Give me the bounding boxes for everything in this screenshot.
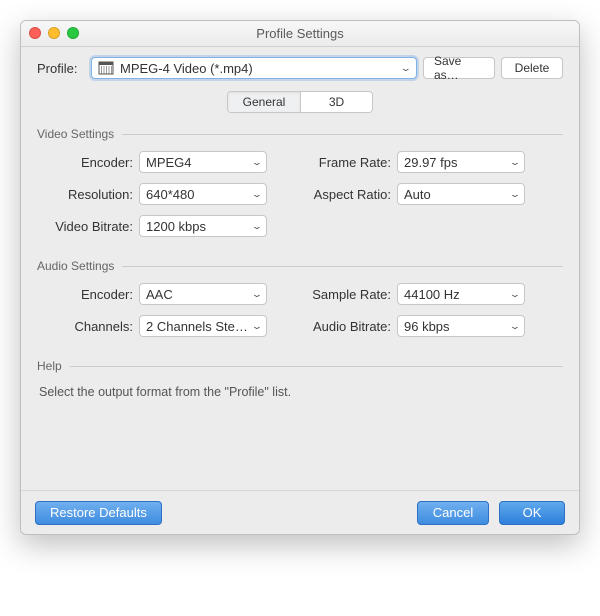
ok-button[interactable]: OK bbox=[499, 501, 565, 525]
footer: Restore Defaults Cancel OK bbox=[21, 490, 579, 534]
aspect-ratio-select[interactable]: Auto ⌄ bbox=[397, 183, 525, 205]
audio-settings-group: Audio Settings Encoder: AAC ⌄ Sample Rat… bbox=[37, 259, 563, 337]
window-body: Profile: MPEG-4 Video (*.mp4) ⌄ S bbox=[21, 47, 579, 468]
sample-rate-value: 44100 Hz bbox=[404, 287, 506, 302]
audio-bitrate-select[interactable]: 96 kbps ⌄ bbox=[397, 315, 525, 337]
sample-rate-select[interactable]: 44100 Hz ⌄ bbox=[397, 283, 525, 305]
close-icon[interactable] bbox=[29, 27, 41, 39]
audio-encoder-select[interactable]: AAC ⌄ bbox=[139, 283, 267, 305]
aspect-ratio-value: Auto bbox=[404, 187, 506, 202]
chevron-down-icon: ⌄ bbox=[245, 157, 263, 168]
profile-select[interactable]: MPEG-4 Video (*.mp4) ⌄ bbox=[91, 57, 417, 79]
titlebar: Profile Settings bbox=[21, 21, 579, 47]
delete-button[interactable]: Delete bbox=[501, 57, 563, 79]
help-header: Help bbox=[37, 359, 563, 373]
channels-value: 2 Channels Stereo bbox=[146, 319, 248, 334]
video-encoder-value: MPEG4 bbox=[146, 155, 248, 170]
divider bbox=[70, 366, 563, 367]
audio-settings-title: Audio Settings bbox=[37, 259, 114, 273]
resolution-value: 640*480 bbox=[146, 187, 248, 202]
video-encoder-select[interactable]: MPEG4 ⌄ bbox=[139, 151, 267, 173]
profile-row: Profile: MPEG-4 Video (*.mp4) ⌄ S bbox=[37, 57, 563, 79]
minimize-icon[interactable] bbox=[48, 27, 60, 39]
video-bitrate-label: Video Bitrate: bbox=[37, 219, 139, 234]
audio-encoder-value: AAC bbox=[146, 287, 248, 302]
cancel-button[interactable]: Cancel bbox=[417, 501, 489, 525]
profile-label: Profile: bbox=[37, 61, 85, 76]
video-settings-group: Video Settings Encoder: MPEG4 ⌄ Frame Ra… bbox=[37, 127, 563, 237]
video-bitrate-select[interactable]: 1200 kbps ⌄ bbox=[139, 215, 267, 237]
tab-segment: General 3D bbox=[227, 91, 373, 113]
video-settings-header: Video Settings bbox=[37, 127, 563, 141]
sample-rate-label: Sample Rate: bbox=[297, 287, 397, 302]
audio-bitrate-label: Audio Bitrate: bbox=[297, 319, 397, 334]
help-text: Select the output format from the "Profi… bbox=[37, 383, 563, 403]
mpeg-file-icon bbox=[98, 61, 114, 75]
divider bbox=[122, 266, 563, 267]
help-group: Help Select the output format from the "… bbox=[37, 359, 563, 468]
audio-bitrate-value: 96 kbps bbox=[404, 319, 506, 334]
video-settings-title: Video Settings bbox=[37, 127, 114, 141]
profile-select-value: MPEG-4 Video (*.mp4) bbox=[120, 61, 402, 76]
video-encoder-label: Encoder: bbox=[37, 155, 139, 170]
audio-encoder-label: Encoder: bbox=[37, 287, 139, 302]
divider bbox=[122, 134, 563, 135]
video-bitrate-value: 1200 kbps bbox=[146, 219, 248, 234]
chevron-down-icon: ⌄ bbox=[245, 221, 263, 232]
window-title: Profile Settings bbox=[256, 26, 343, 41]
resolution-select[interactable]: 640*480 ⌄ bbox=[139, 183, 267, 205]
restore-defaults-button[interactable]: Restore Defaults bbox=[35, 501, 162, 525]
chevron-down-icon: ⌄ bbox=[503, 157, 521, 168]
tabs: General 3D bbox=[37, 91, 563, 113]
aspect-ratio-label: Aspect Ratio: bbox=[297, 187, 397, 202]
channels-select[interactable]: 2 Channels Stereo ⌄ bbox=[139, 315, 267, 337]
chevron-down-icon: ⌄ bbox=[245, 189, 263, 200]
zoom-icon[interactable] bbox=[67, 27, 79, 39]
chevron-down-icon: ⌄ bbox=[245, 321, 263, 332]
chevron-down-icon: ⌄ bbox=[503, 321, 521, 332]
chevron-down-icon: ⌄ bbox=[503, 289, 521, 300]
help-title: Help bbox=[37, 359, 62, 373]
save-as-button[interactable]: Save as… bbox=[423, 57, 495, 79]
frame-rate-select[interactable]: 29.97 fps ⌄ bbox=[397, 151, 525, 173]
audio-settings-header: Audio Settings bbox=[37, 259, 563, 273]
tab-general[interactable]: General bbox=[228, 92, 300, 112]
chevron-down-icon: ⌄ bbox=[503, 189, 521, 200]
window-controls bbox=[29, 27, 79, 39]
resolution-label: Resolution: bbox=[37, 187, 139, 202]
frame-rate-value: 29.97 fps bbox=[404, 155, 506, 170]
frame-rate-label: Frame Rate: bbox=[297, 155, 397, 170]
profile-settings-window: Profile Settings Profile: MPEG-4 Vi bbox=[20, 20, 580, 535]
tab-3d[interactable]: 3D bbox=[300, 92, 372, 112]
chevron-down-icon: ⌄ bbox=[245, 289, 263, 300]
chevron-down-icon: ⌄ bbox=[400, 63, 412, 74]
channels-label: Channels: bbox=[37, 319, 139, 334]
